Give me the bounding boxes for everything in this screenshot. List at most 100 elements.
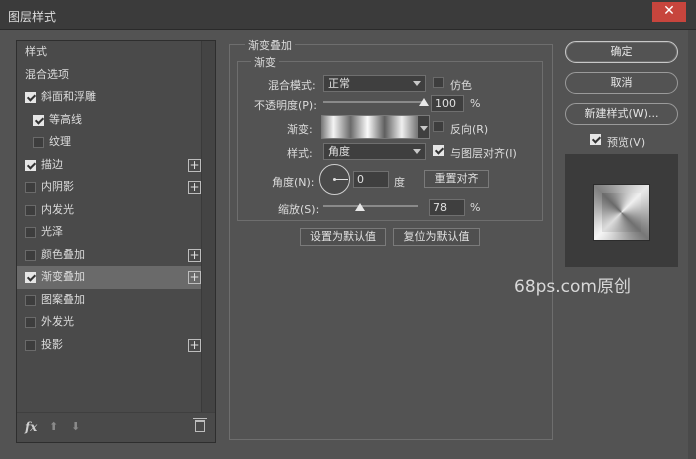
style-item-checkbox[interactable] — [33, 114, 44, 126]
gradient-subgroup-title: 渐变 — [251, 54, 279, 70]
add-effect-icon[interactable]: + — [188, 271, 201, 284]
gradient-swatch[interactable] — [321, 115, 418, 139]
style-item[interactable]: 样式 — [17, 41, 203, 64]
style-item[interactable]: 光泽 — [17, 221, 203, 244]
angle-unit: 度 — [394, 176, 405, 189]
style-item[interactable]: 外发光 — [17, 311, 203, 334]
style-item-label: 样式 — [25, 45, 47, 58]
style-item-checkbox[interactable] — [25, 249, 36, 261]
preview-checkbox[interactable] — [590, 134, 601, 145]
add-effect-icon[interactable]: + — [188, 248, 201, 262]
style-label: 样式: — [287, 147, 313, 160]
watermark: 68ps.com原创 — [514, 277, 631, 297]
gradient-picker-button[interactable] — [418, 115, 430, 139]
styles-list-scrollbar[interactable] — [201, 41, 215, 413]
dither-label: 仿色 — [450, 79, 472, 92]
add-effect-icon[interactable]: + — [188, 181, 201, 194]
gradient-style-select[interactable]: 角度 — [323, 143, 426, 160]
scale-slider-track[interactable] — [323, 205, 418, 207]
styles-list: 样式 混合选项 斜面和浮雕 等高线 纹理 描边 + 内阴影 + 内发光 光泽 颜色叠加 + 渐变叠加 + 图案… — [17, 41, 203, 356]
style-item[interactable]: 渐变叠加 + — [17, 266, 203, 289]
scale-unit: % — [470, 201, 481, 214]
style-item-label: 描边 — [41, 157, 63, 171]
style-item-checkbox[interactable] — [25, 204, 36, 216]
angle-input[interactable]: 0 — [353, 171, 389, 188]
style-item[interactable]: 斜面和浮雕 — [17, 86, 203, 109]
window-title: 图层样式 — [8, 10, 57, 24]
style-item-checkbox[interactable] — [25, 339, 36, 351]
chevron-down-icon — [413, 81, 421, 86]
style-item[interactable]: 等高线 — [17, 109, 203, 132]
opacity-label: 不透明度(P): — [254, 99, 317, 112]
style-item-label: 颜色叠加 — [41, 247, 85, 261]
ok-button[interactable]: 确定 — [565, 41, 678, 63]
preview-thumbnail — [593, 184, 650, 241]
style-preview — [565, 154, 678, 267]
style-item-label: 等高线 — [49, 112, 82, 126]
style-item[interactable]: 混合选项 — [17, 64, 203, 87]
style-item[interactable]: 内阴影 + — [17, 176, 203, 199]
window-edge — [688, 30, 696, 459]
style-item-checkbox[interactable] — [33, 137, 44, 148]
style-item[interactable]: 投影 + — [17, 334, 203, 357]
style-item[interactable]: 描边 + — [17, 154, 203, 177]
add-effect-icon[interactable]: + — [188, 158, 201, 172]
styles-list-toolbar: fx ⬆ ⬇ — [17, 412, 215, 442]
reverse-label: 反向(R) — [450, 123, 489, 136]
close-button[interactable]: ✕ — [652, 2, 686, 22]
style-item-label: 纹理 — [49, 135, 71, 148]
style-item-checkbox[interactable] — [25, 159, 36, 171]
scale-input[interactable]: 78 — [429, 199, 465, 216]
reset-default-button[interactable]: 复位为默认值 — [393, 228, 480, 246]
style-item-checkbox[interactable] — [25, 227, 36, 238]
angle-label: 角度(N): — [272, 176, 315, 189]
gradient-style-value: 角度 — [328, 145, 350, 158]
style-item-label: 外发光 — [41, 315, 74, 328]
opacity-input[interactable]: 100 — [431, 95, 464, 112]
style-item[interactable]: 颜色叠加 + — [17, 244, 203, 267]
style-item[interactable]: 纹理 — [17, 131, 203, 154]
style-item-label: 光泽 — [41, 225, 63, 238]
scale-label: 缩放(S): — [278, 203, 320, 216]
chevron-down-icon — [420, 126, 428, 131]
move-down-icon[interactable]: ⬇ — [71, 420, 80, 433]
scale-slider-thumb[interactable] — [355, 203, 366, 211]
chevron-down-icon — [413, 149, 421, 154]
angle-dial[interactable] — [319, 164, 350, 195]
style-item-checkbox[interactable] — [25, 272, 36, 283]
dither-checkbox[interactable] — [433, 77, 444, 88]
fx-icon[interactable]: fx — [25, 420, 37, 434]
style-item-checkbox[interactable] — [25, 294, 36, 306]
style-item-checkbox[interactable] — [25, 182, 36, 193]
style-item-checkbox[interactable] — [25, 92, 36, 103]
reset-alignment-button[interactable]: 重置对齐 — [424, 170, 489, 188]
preview-label: 预览(V) — [607, 136, 646, 149]
gradient-overlay-title: 渐变叠加 — [245, 37, 295, 53]
blend-mode-select[interactable]: 正常 — [323, 75, 426, 92]
reverse-checkbox[interactable] — [433, 121, 444, 132]
opacity-slider-track[interactable] — [323, 101, 424, 103]
angle-center — [333, 178, 336, 181]
opacity-unit: % — [470, 97, 481, 110]
style-item-checkbox[interactable] — [25, 317, 36, 328]
style-item[interactable]: 图案叠加 — [17, 289, 203, 312]
style-item-label: 斜面和浮雕 — [41, 90, 96, 103]
gradient-label: 渐变: — [287, 123, 313, 136]
style-item-label: 投影 — [41, 337, 63, 351]
blend-mode-label: 混合模式: — [268, 79, 316, 92]
styles-list-panel: 样式 混合选项 斜面和浮雕 等高线 纹理 描边 + 内阴影 + 内发光 光泽 颜色叠加 + 渐变叠加 + 图案… — [16, 40, 216, 443]
move-up-icon[interactable]: ⬆ — [49, 420, 58, 433]
trash-icon[interactable] — [193, 418, 207, 432]
angle-needle — [334, 179, 348, 180]
align-with-layer-label: 与图层对齐(I) — [450, 147, 517, 160]
blend-mode-value: 正常 — [328, 77, 350, 90]
opacity-slider-thumb[interactable] — [419, 98, 429, 106]
new-style-button[interactable]: 新建样式(W)... — [565, 103, 678, 125]
set-default-button[interactable]: 设置为默认值 — [300, 228, 386, 246]
style-item-label: 混合选项 — [25, 67, 69, 81]
style-item[interactable]: 内发光 — [17, 199, 203, 222]
align-with-layer-checkbox[interactable] — [433, 145, 444, 156]
cancel-button[interactable]: 取消 — [565, 72, 678, 94]
add-effect-icon[interactable]: + — [188, 338, 201, 352]
style-item-label: 渐变叠加 — [41, 270, 85, 283]
